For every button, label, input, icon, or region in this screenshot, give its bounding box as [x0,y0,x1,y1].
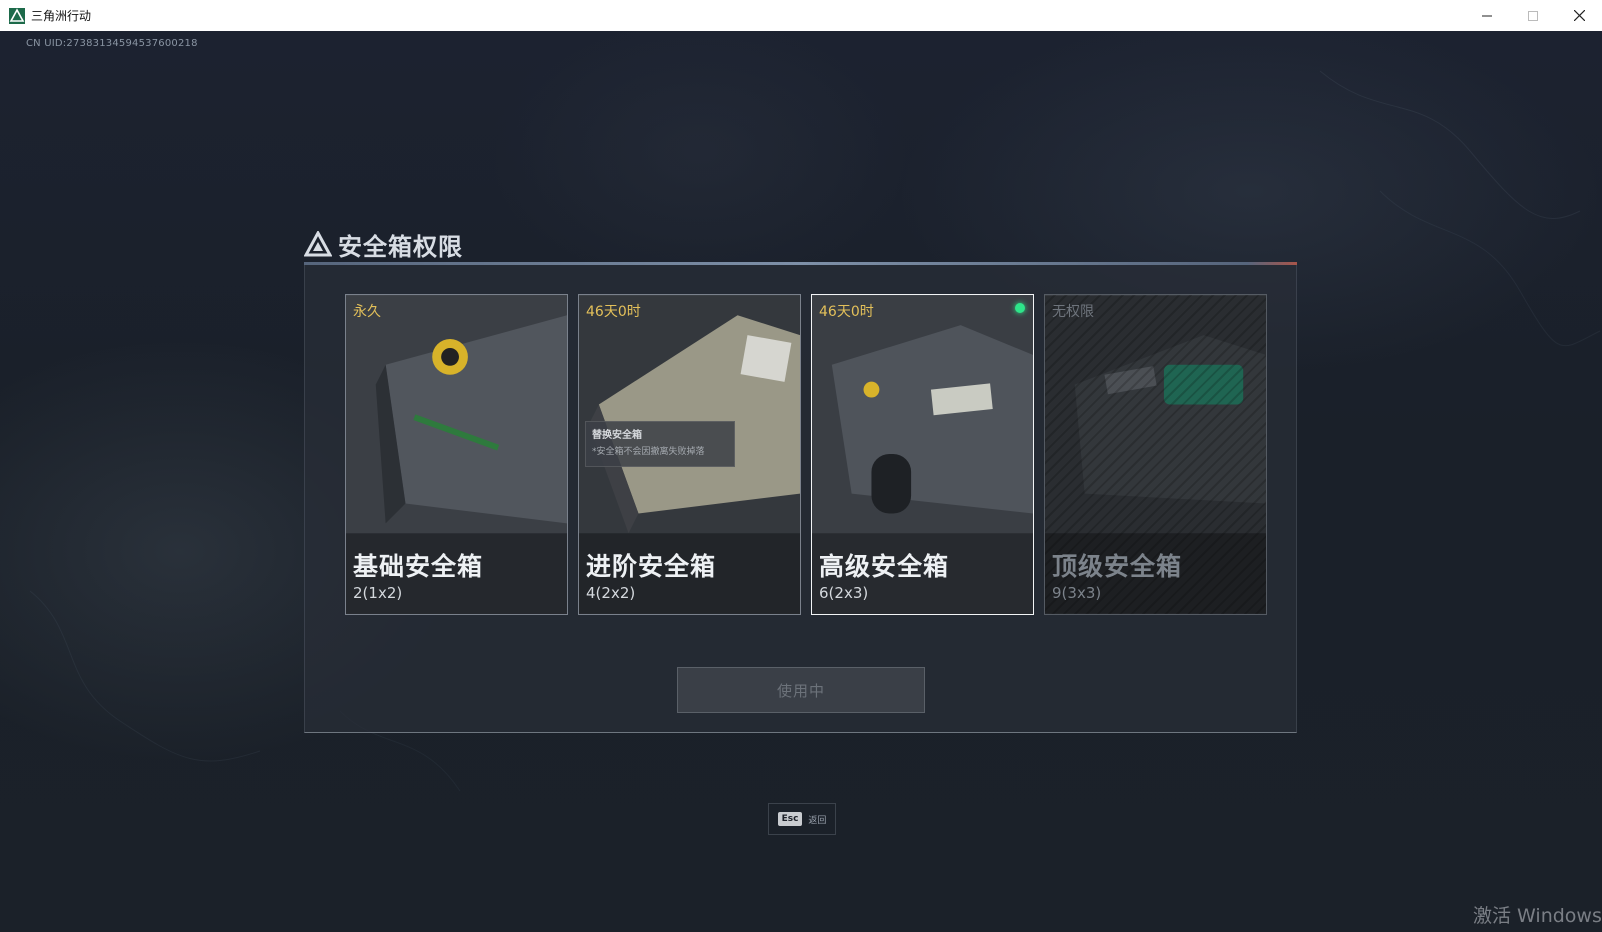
card-name: 基础安全箱 [353,552,484,581]
card-duration: 永久 [353,304,381,320]
tooltip-description: *安全箱不会因撤离失败掉落 [592,447,705,457]
card-name: 进阶安全箱 [586,552,717,581]
esc-key-badge: Esc [777,812,803,826]
tooltip-title: 替换安全箱 [592,430,642,441]
window-titlebar: 三角洲行动 [0,0,1602,32]
card-name: 顶级安全箱 [1052,552,1183,581]
card-duration: 46天0时 [586,304,641,320]
windows-activation-watermark: 激活 Windows [1473,905,1602,927]
card-duration: 无权限 [1052,304,1094,320]
safe-box-panel: 永久 基础安全箱 2(1x2) 46天0时 替换安全箱 *安全箱不会因撤离失败掉… [304,265,1297,733]
equipped-indicator [1015,303,1025,313]
card-capacity: 4(2x2) [586,584,636,602]
card-duration: 46天0时 [819,304,874,320]
safe-box-card-premium[interactable]: 46天0时 高级安全箱 6(2x3) [811,294,1034,615]
safe-box-card-basic[interactable]: 永久 基础安全箱 2(1x2) [345,294,568,615]
maximize-icon [1528,10,1538,21]
close-icon [1573,10,1585,21]
card-capacity: 2(1x2) [353,584,403,602]
user-uid: CN UID:2738313459453760021​8 [26,38,198,49]
safe-box-card-list: 永久 基础安全箱 2(1x2) 46天0时 替换安全箱 *安全箱不会因撤离失败掉… [345,294,1267,615]
panel-title: 安全箱权限 [338,232,463,261]
in-use-button[interactable]: 使用中 [677,667,925,713]
esc-back-hint[interactable]: Esc 返回 [768,803,836,835]
app-logo-icon [9,7,25,24]
card-capacity: 9(3x3) [1052,584,1102,602]
card-capacity: 6(2x3) [819,584,869,602]
close-button[interactable] [1556,0,1602,31]
delta-triangle-icon [304,231,332,257]
maximize-button[interactable] [1510,0,1556,31]
safe-box-card-advanced[interactable]: 46天0时 替换安全箱 *安全箱不会因撤离失败掉落 进阶安全箱 4(2x2) [578,294,801,615]
window-title: 三角洲行动 [31,9,92,23]
replace-safe-box-tooltip[interactable]: 替换安全箱 *安全箱不会因撤离失败掉落 [585,421,735,467]
safe-box-card-top[interactable]: 无权限 顶级安全箱 9(3x3) [1044,294,1267,615]
card-name: 高级安全箱 [819,552,950,581]
esc-back-label: 返回 [808,815,827,826]
game-viewport: CN UID:2738313459453760021​8 安全箱权限 [0,31,1602,932]
minimize-button[interactable] [1464,0,1510,31]
minimize-icon [1482,15,1492,16]
panel-header: 安全箱权限 [304,224,463,264]
